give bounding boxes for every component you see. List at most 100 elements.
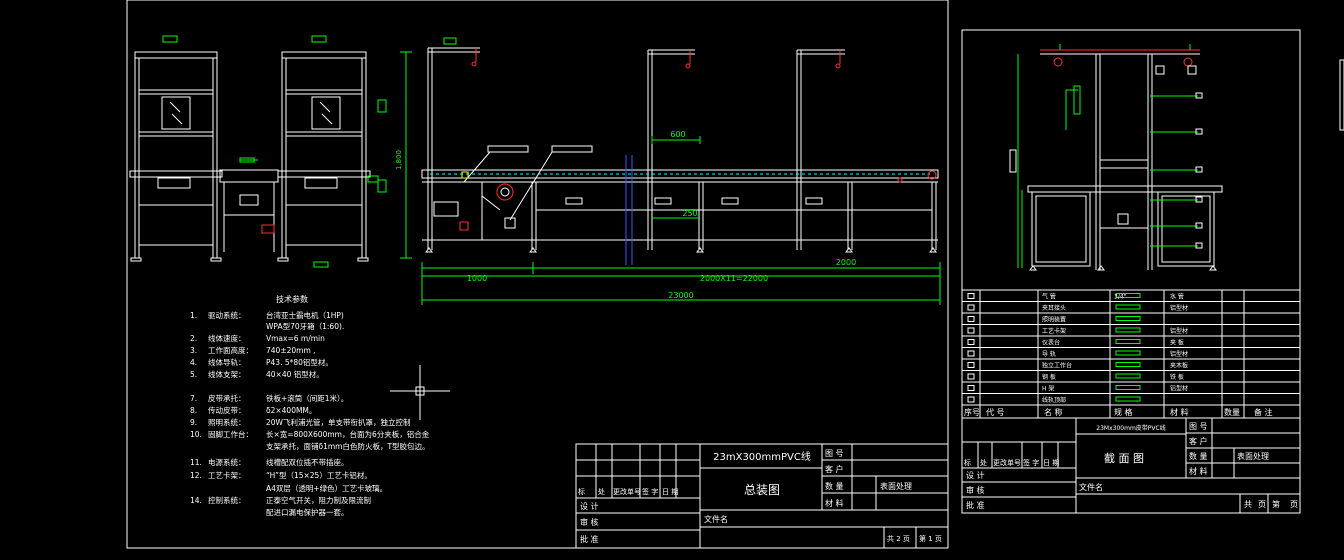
main-page-number: 第 1 页 [919, 534, 942, 543]
main-rev-h2: 更改单号 [613, 487, 641, 496]
tech-param-num: 1. [190, 311, 197, 320]
tech-param-num: 4. [190, 358, 197, 367]
tech-param-text: 台湾亚士霸电机（1HP) [266, 310, 344, 320]
bom-row-item: 夹耳接头 [1042, 304, 1066, 312]
section-rev-h1: 处 [980, 458, 987, 467]
section-rev-h0: 标 [964, 458, 971, 467]
main-label-customer: 客 户 [825, 464, 844, 474]
tech-param-text: δ2×400MM。 [266, 406, 316, 415]
main-rev-h0: 标 [578, 487, 585, 496]
section-label-material: 材 料 [1189, 466, 1208, 476]
bom-row-item: 气 管 [1042, 293, 1056, 301]
tech-param-text: 线槽配双位插不带插座。 [266, 457, 349, 467]
main-rev-h3: 签 字 [642, 487, 658, 496]
section-page-number: 第 [1272, 499, 1280, 509]
bom-row-material: 水 管 [1170, 293, 1184, 301]
bom-row-material: 铝型材 [1170, 327, 1188, 335]
main-total-pages: 共 2 页 [887, 534, 910, 543]
tech-param-name: 控制系统： [208, 495, 246, 505]
bom-header-cell: 名 称 [1044, 407, 1063, 417]
tech-params-title: 技术参数 [276, 294, 308, 304]
tech-param-num: 2. [190, 334, 197, 343]
tech-param-num: 9. [190, 418, 197, 427]
section-page-number-unit: 页 [1290, 500, 1298, 509]
main-surface-label: 表面处理 [880, 481, 912, 491]
dimension-1000-label: 1000 [467, 274, 487, 283]
tech-param-num: 8. [190, 406, 197, 415]
section-total-pages: 共 [1244, 500, 1252, 509]
tech-param-name: 皮带承托： [208, 393, 246, 403]
section-page-unit: 页 [1258, 500, 1266, 509]
tech-param-name: 照明系统： [208, 417, 246, 427]
bom-header-cell: 数量 [1224, 407, 1240, 417]
section-sign-design: 设 计 [966, 470, 985, 480]
bom-row-item: 独立工作台 [1042, 362, 1072, 370]
tech-param-text: 740±20mm , [266, 346, 316, 355]
bom-row-item: H 架 [1042, 385, 1054, 393]
tech-param-text: A4双层（透明+绿色）工艺卡玻璃。 [266, 483, 387, 493]
tech-param-num: 11. [190, 458, 202, 467]
bom-header-cell: 材 料 [1170, 407, 1189, 417]
bom-row-item: 导 轨 [1042, 350, 1056, 358]
tech-param-name: 传动皮带： [208, 405, 246, 415]
bom-header-cell: 规 格 [1114, 407, 1133, 417]
tech-param-num: 14. [190, 496, 202, 505]
tech-param-text: “H”型（15×25）工艺卡铝材。 [266, 470, 372, 480]
section-rev-h3: 签 字 [1023, 458, 1039, 467]
bom-row-material: 铁 板 [1170, 373, 1184, 381]
bom-row-material: 夹 板 [1170, 339, 1184, 347]
main-label-drawing-no: 图 号 [825, 449, 844, 458]
bom-row-item: 照明装置 [1042, 316, 1066, 324]
section-drawing-name: 截 面 图 [1104, 451, 1144, 465]
tech-param-text: 40×40 铝型材。 [266, 369, 324, 379]
dimension-250-label: 250 [682, 209, 697, 218]
tech-param-num: 3. [190, 346, 197, 355]
tech-param-num: 10. [190, 430, 202, 439]
main-sign-review: 审 核 [580, 517, 599, 527]
tech-param-name: 线体导轨： [208, 357, 246, 367]
section-rev-h2: 更改单号 [993, 458, 1021, 467]
dimension-22000-label: 2000X11=22000 [700, 274, 768, 283]
bom-row-item: 线轨顶部 [1042, 396, 1066, 404]
tech-param-text: Vmax=6 m/min [266, 334, 325, 343]
tech-param-text: P43. 5*80铝型材。 [266, 357, 333, 367]
tech-param-text: 配进口漏电保护器一套。 [266, 507, 349, 517]
tech-param-text: WPA型70牙箱（1:60). [266, 321, 344, 331]
section-label-quantity: 数 量 [1189, 451, 1208, 461]
main-project-name: 23mX300mmPVC线 [713, 450, 811, 463]
bom-row-material: 铝型材 [1170, 304, 1188, 312]
tech-param-name: 工作面高度： [208, 345, 253, 355]
dimension-2000-label: 2000 [836, 258, 856, 267]
section-label-customer: 客 户 [1189, 436, 1208, 446]
tech-param-name: 线体速度： [208, 333, 246, 343]
height-dimension-label: 1,800 [395, 150, 403, 170]
main-label-quantity: 数 量 [825, 481, 844, 491]
main-sign-approve: 批 准 [580, 534, 599, 544]
main-rev-h1: 处 [598, 487, 605, 496]
tech-param-num: 12. [190, 471, 202, 480]
section-label-drawing-no: 图 号 [1189, 422, 1208, 431]
main-rev-h4: 日 期 [662, 488, 678, 496]
section-project-name: 23Mx300mm皮带PVC线 [1096, 424, 1165, 432]
main-drawing-name: 总装图 [744, 483, 780, 497]
bom-row-material: 铝型材 [1170, 385, 1188, 393]
main-label-material: 材 料 [825, 498, 844, 508]
bom-row-material: 铝型材 [1170, 350, 1188, 358]
dimension-23000-label: 23000 [668, 291, 693, 300]
dimension-600-label: 600 [670, 130, 685, 139]
tech-param-text: 正泰空气开关，阻力制及限流制 [266, 495, 371, 505]
tech-param-name: 线体支架： [208, 369, 246, 379]
tech-param-text: 长×宽=800X600mm，台面为6分夹板，铝合金 [266, 429, 430, 439]
cad-drawing-canvas: 1,800 600 250 1000 2000X11=22000 2000 23… [0, 0, 1344, 560]
bom-row-spec: 3/4" [1114, 294, 1127, 301]
tech-param-name: 电源系统： [208, 457, 246, 467]
tech-param-num: 7. [190, 394, 197, 403]
section-sign-review: 审 核 [966, 485, 985, 495]
section-surface-label: 表面处理 [1237, 451, 1269, 461]
main-sign-design: 设 计 [580, 501, 599, 511]
bom-row-item: 钢 板 [1042, 373, 1056, 381]
bom-row-material: 夹木板 [1170, 362, 1188, 370]
main-file-label: 文件名 [704, 514, 728, 524]
tech-param-name: 驱动系统： [208, 310, 246, 320]
bom-row-item: 仪表台 [1042, 339, 1060, 347]
